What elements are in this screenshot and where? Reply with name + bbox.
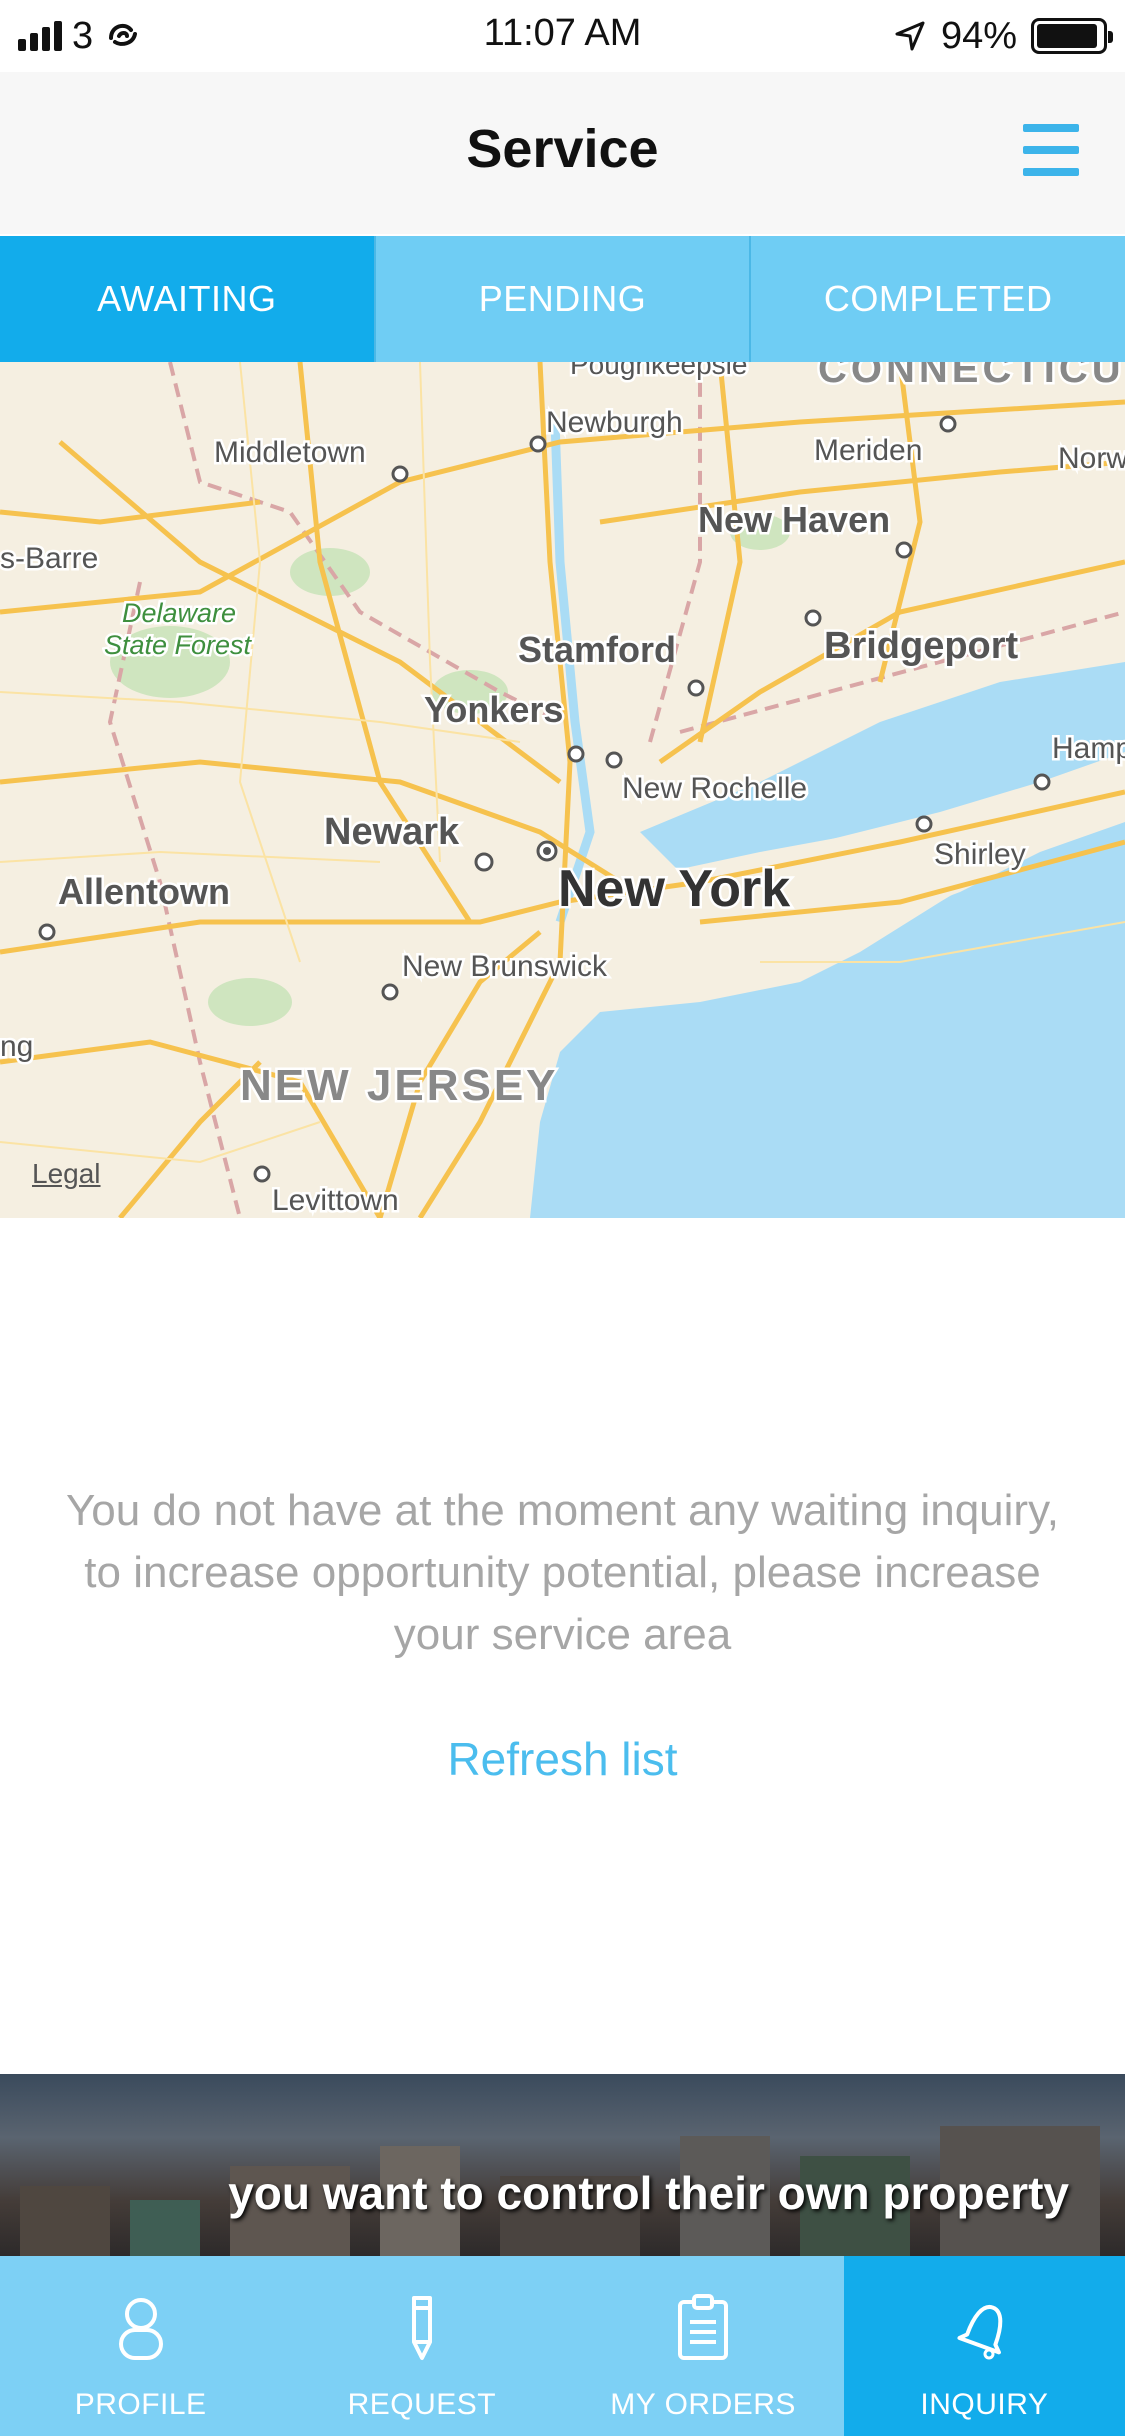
map-label-ng: ng xyxy=(0,1030,33,1063)
tab-my-orders-label: MY ORDERS xyxy=(610,2388,796,2421)
battery-percent: 94% xyxy=(940,14,1017,57)
tab-awaiting[interactable]: AWAITING xyxy=(0,236,376,362)
page-title: Service xyxy=(466,119,659,179)
map-label-new-haven: New Haven xyxy=(698,499,890,540)
map-label-newark: Newark xyxy=(324,811,460,853)
person-icon xyxy=(118,2298,163,2360)
promo-banner[interactable]: you want to control their own property xyxy=(0,2074,1125,2256)
status-bar-right: 94% xyxy=(893,12,1113,60)
map-label-shirley: Shirley xyxy=(934,838,1026,871)
pencil-icon xyxy=(411,2296,432,2360)
tab-pending[interactable]: PENDING xyxy=(376,236,752,362)
map-label-new-jersey: NEW JERSEY xyxy=(240,1061,559,1110)
refresh-list-button[interactable]: Refresh list xyxy=(0,1732,1125,1786)
map-label-barre: s-Barre xyxy=(0,542,98,575)
map-label-new-york: New York xyxy=(558,860,790,918)
map-label-connecticut: CONNECTICU xyxy=(818,362,1125,391)
map-label-forest-1: Delaware xyxy=(122,598,236,628)
tab-inquiry[interactable]: INQUIRY xyxy=(843,2256,1125,2436)
tab-profile[interactable]: PROFILE xyxy=(0,2256,281,2436)
battery-level xyxy=(1037,24,1098,48)
map-label-new-brunswick: New Brunswick xyxy=(402,950,608,983)
service-area-map[interactable]: Poughkeepsie CONNECTICU Middletown Newbu… xyxy=(0,362,1125,1218)
map-label-new-rochelle: New Rochelle xyxy=(622,772,807,805)
location-arrow-icon xyxy=(895,21,925,51)
tab-completed[interactable]: COMPLETED xyxy=(751,236,1125,362)
map-label-hamp: Hamp xyxy=(1052,732,1125,765)
tab-inquiry-label: INQUIRY xyxy=(920,2388,1049,2421)
map-label-yonkers: Yonkers xyxy=(424,689,563,730)
tab-profile-label: PROFILE xyxy=(74,2388,207,2421)
map-label-forest-2: State Forest xyxy=(104,630,253,660)
status-tabs: AWAITING PENDING COMPLETED xyxy=(0,236,1125,362)
tab-awaiting-label: AWAITING xyxy=(97,278,277,319)
banner-text: you want to control their own property xyxy=(228,2167,1069,2219)
status-bar: 3 11:07 AM 94% xyxy=(0,0,1125,72)
clipboard-icon xyxy=(678,2294,729,2360)
map-legal-link[interactable]: Legal xyxy=(32,1158,101,1190)
navigation-bar: Service xyxy=(0,72,1125,234)
bottom-tab-bar: PROFILE REQUEST MY ORDERS INQUIRY xyxy=(0,2256,1125,2436)
map-label-poughkeepsie: Poughkeepsie xyxy=(570,362,747,380)
battery-icon xyxy=(1031,18,1113,54)
tab-completed-label: COMPLETED xyxy=(823,278,1053,319)
hamburger-menu-icon[interactable] xyxy=(1023,124,1079,176)
tab-request[interactable]: REQUEST xyxy=(281,2256,562,2436)
map-label-middletown: Middletown xyxy=(214,436,366,469)
tab-my-orders[interactable]: MY ORDERS xyxy=(563,2256,844,2436)
map-label-norw: Norw xyxy=(1058,442,1125,475)
empty-state-message: You do not have at the moment any waitin… xyxy=(65,1486,1060,1659)
tab-pending-label: PENDING xyxy=(478,278,647,319)
map-label-meriden: Meriden xyxy=(814,434,922,467)
map-label-bridgeport: Bridgeport xyxy=(824,625,1019,667)
map-label-stamford: Stamford xyxy=(518,629,676,670)
bell-icon xyxy=(957,2304,1003,2360)
map-label-allentown: Allentown xyxy=(58,871,230,912)
tab-request-label: REQUEST xyxy=(347,2388,497,2421)
map-label-levittown: Levittown xyxy=(272,1184,399,1217)
map-label-newburgh: Newburgh xyxy=(546,406,683,439)
